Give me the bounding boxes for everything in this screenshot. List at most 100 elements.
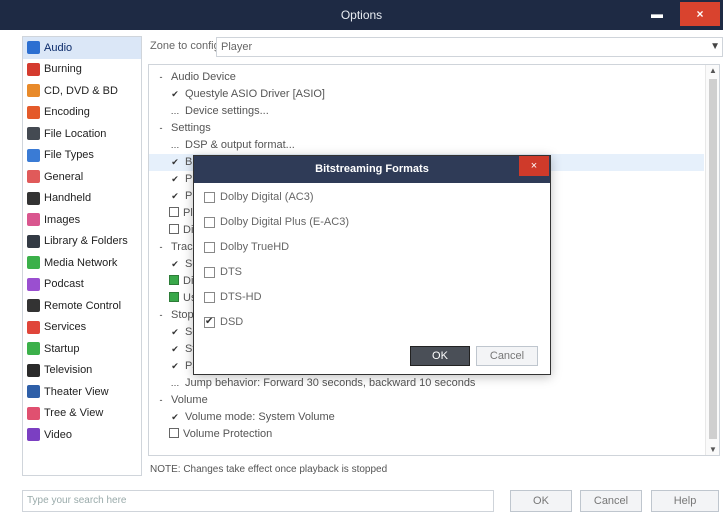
sidebar-item[interactable]: Library & Folders — [23, 231, 141, 253]
tree-row[interactable]: … Device settings... — [149, 103, 269, 120]
category-icon — [27, 406, 40, 420]
tree-row[interactable]: - Stop — [149, 307, 194, 324]
tree-row[interactable]: ✔ Pr — [149, 171, 196, 188]
format-label: DTS-HD — [220, 291, 262, 303]
minimize-button[interactable]: ▬ — [640, 2, 674, 26]
dialog-title: Bitstreaming Formats — [194, 156, 550, 183]
category-icon — [27, 428, 40, 442]
category-icon — [27, 299, 40, 313]
checkbox[interactable] — [169, 428, 179, 438]
sidebar-item-label: Burning — [44, 63, 82, 76]
dialog-cancel-button[interactable]: Cancel — [476, 346, 538, 366]
dialog-close-button[interactable]: × — [519, 156, 549, 176]
sidebar-item[interactable]: Startup — [23, 338, 141, 360]
format-checkbox[interactable] — [204, 316, 215, 328]
checkbox[interactable] — [169, 207, 179, 217]
sidebar-item-label: Startup — [44, 342, 80, 355]
sidebar-item[interactable]: Video — [23, 424, 141, 446]
sidebar-item[interactable]: Audio — [23, 37, 141, 59]
format-option[interactable]: Dolby Digital Plus (E-AC3) — [204, 216, 349, 228]
category-icon — [27, 62, 40, 76]
tree-row[interactable]: ✔ Volume mode: System Volume — [149, 409, 335, 426]
sidebar-item-label: File Types — [44, 149, 94, 162]
sidebar-item-label: Theater View — [44, 385, 109, 398]
scroll-up-icon[interactable]: ▲ — [709, 66, 717, 75]
tree-marker-icon: ✔ — [171, 157, 179, 167]
tree-row[interactable]: Di — [149, 273, 193, 290]
options-sidebar: Audio Burning CD, DVD & BD Encoding File Loc… — [22, 36, 142, 476]
format-label: DSD — [220, 316, 244, 328]
tree-row[interactable]: Volume Protection — [149, 426, 272, 443]
tree-row[interactable]: - Volume — [149, 392, 208, 409]
sidebar-item[interactable]: Media Network — [23, 252, 141, 274]
tree-row-label: Volume Protection — [183, 428, 273, 440]
sidebar-item[interactable]: Theater View — [23, 381, 141, 403]
checkbox[interactable] — [169, 275, 179, 285]
tree-marker-icon: ✔ — [171, 412, 179, 422]
sidebar-item-label: Library & Folders — [44, 235, 128, 248]
sidebar-item-label: Encoding — [44, 106, 90, 119]
sidebar-item-label: Podcast — [44, 278, 84, 291]
sidebar-item[interactable]: Tree & View — [23, 403, 141, 425]
sidebar-item[interactable]: File Location — [23, 123, 141, 145]
sidebar-item[interactable]: Encoding — [23, 102, 141, 124]
tree-row[interactable]: Us — [149, 290, 196, 307]
tree-marker-icon: … — [170, 106, 180, 116]
tree-marker-icon: ✔ — [171, 361, 179, 371]
tree-row[interactable]: … DSP & output format... — [149, 137, 295, 154]
tree-scrollbar[interactable]: ▲ ▼ — [705, 65, 719, 455]
format-option[interactable]: DTS — [204, 266, 242, 278]
checkbox[interactable] — [169, 292, 179, 302]
sidebar-item[interactable]: Podcast — [23, 274, 141, 296]
format-option[interactable]: DSD — [204, 316, 243, 328]
format-label: Dolby Digital (AC3) — [220, 191, 314, 203]
scroll-thumb[interactable] — [709, 79, 717, 439]
sidebar-item[interactable]: Handheld — [23, 188, 141, 210]
sidebar-item[interactable]: Television — [23, 360, 141, 382]
format-checkbox[interactable] — [204, 191, 215, 203]
tree-marker-icon: - — [159, 123, 163, 133]
format-option[interactable]: Dolby Digital (AC3) — [204, 191, 314, 203]
tree-row[interactable]: ✔ Se — [149, 256, 198, 273]
search-input[interactable]: Type your search here — [22, 490, 494, 512]
format-option[interactable]: DTS-HD — [204, 291, 262, 303]
checkbox[interactable] — [169, 224, 179, 234]
dialog-ok-button[interactable]: OK — [410, 346, 470, 366]
scroll-down-icon[interactable]: ▼ — [709, 445, 717, 454]
format-option[interactable]: Dolby TrueHD — [204, 241, 289, 253]
sidebar-item[interactable]: Services — [23, 317, 141, 339]
close-button[interactable]: × — [680, 2, 720, 26]
tree-row[interactable]: - Audio Device — [149, 69, 236, 86]
help-button[interactable]: Help — [651, 490, 719, 512]
tree-row[interactable]: Pl — [149, 205, 193, 222]
format-label: Dolby TrueHD — [220, 241, 290, 253]
category-icon — [27, 320, 40, 334]
tree-row[interactable]: - Track — [149, 239, 199, 256]
tree-row-label: Volume — [171, 394, 208, 406]
tree-row[interactable]: - Settings — [149, 120, 211, 137]
tree-row[interactable]: ✔ Questyle ASIO Driver [ASIO] — [149, 86, 325, 103]
tree-row[interactable]: ✔ Pl — [149, 188, 195, 205]
tree-row[interactable]: … Jump behavior: Forward 30 seconds, back… — [149, 375, 476, 392]
category-icon — [27, 148, 40, 162]
zone-select[interactable]: Player ▼ — [216, 37, 723, 57]
format-checkbox[interactable] — [204, 266, 215, 278]
tree-row[interactable]: ✔ St — [149, 341, 195, 358]
format-checkbox[interactable] — [204, 216, 215, 228]
sidebar-item[interactable]: CD, DVD & BD — [23, 80, 141, 102]
tree-row[interactable]: ✔ Se — [149, 324, 198, 341]
sidebar-item[interactable]: Burning — [23, 59, 141, 81]
sidebar-item[interactable]: Images — [23, 209, 141, 231]
sidebar-item[interactable]: General — [23, 166, 141, 188]
ok-button[interactable]: OK — [510, 490, 572, 512]
sidebar-item[interactable]: Remote Control — [23, 295, 141, 317]
format-checkbox[interactable] — [204, 241, 215, 253]
chevron-down-icon: ▼ — [710, 41, 720, 52]
sidebar-item[interactable]: File Types — [23, 145, 141, 167]
tree-row-label: Device settings... — [185, 105, 269, 117]
cancel-button[interactable]: Cancel — [580, 490, 642, 512]
format-checkbox[interactable] — [204, 291, 215, 303]
tree-marker-icon: - — [159, 395, 163, 405]
tree-row[interactable]: Di — [149, 222, 193, 239]
tree-marker-icon: ✔ — [171, 174, 179, 184]
